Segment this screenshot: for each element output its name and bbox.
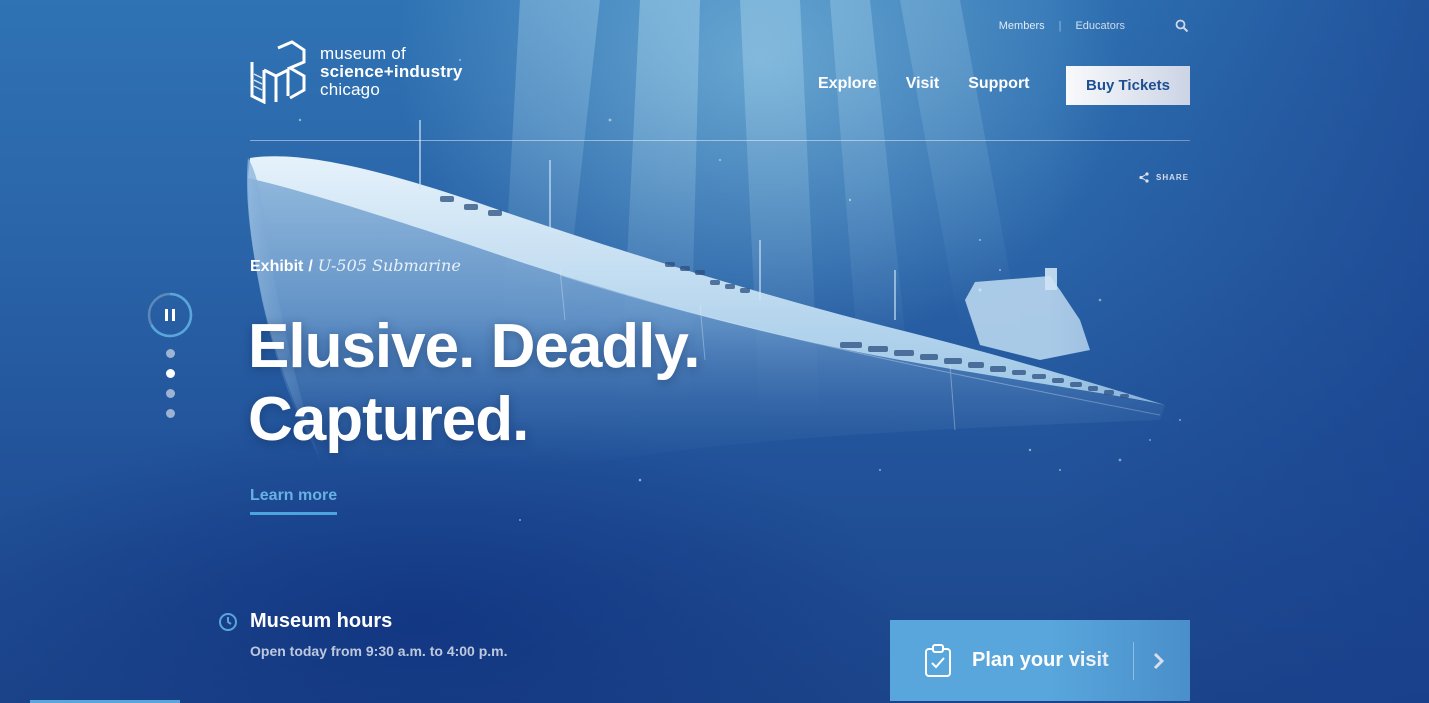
- utility-separator: |: [1058, 20, 1062, 32]
- nav-item-explore[interactable]: Explore: [818, 75, 877, 93]
- headline-line-2: Captured.: [248, 385, 529, 454]
- headline-line-1: Elusive. Deadly.: [248, 312, 701, 381]
- logo-line-3: chicago: [320, 80, 380, 99]
- educators-link[interactable]: Educators: [1075, 20, 1125, 32]
- slide-indicator: [166, 349, 175, 429]
- plan-your-visit-button[interactable]: Plan your visit: [890, 620, 1190, 701]
- header-divider: [250, 140, 1190, 141]
- share-label: SHARE: [1155, 173, 1189, 182]
- hero-category: Exhibit: [250, 258, 304, 275]
- slide-dot[interactable]: [166, 349, 175, 358]
- hours-detail: Open today from 9:30 a.m. to 4:00 p.m.: [250, 643, 508, 659]
- nav-item-visit[interactable]: Visit: [906, 75, 940, 93]
- hero-exhibit-title: U-505 Submarine: [317, 256, 461, 275]
- slide-dot[interactable]: [166, 389, 175, 398]
- logo-line-1: museum of: [320, 44, 406, 63]
- utility-nav: Members | Educators: [999, 19, 1189, 33]
- museum-logo-text: museum of science+industry chicago: [320, 45, 463, 99]
- main-nav: Explore Visit Support: [818, 75, 1059, 93]
- plan-visit-divider: [1133, 642, 1134, 680]
- clock-icon: [219, 613, 237, 631]
- clipboard-icon: [925, 643, 951, 677]
- share-icon: [1139, 172, 1149, 183]
- logo-line-2: science+industry: [320, 62, 463, 81]
- members-link[interactable]: Members: [999, 20, 1045, 32]
- museum-logo[interactable]: museum of science+industry chicago: [250, 40, 463, 104]
- chevron-right-icon: [1153, 652, 1165, 670]
- nav-item-support[interactable]: Support: [968, 75, 1029, 93]
- learn-more-link[interactable]: Learn more: [250, 487, 338, 515]
- slide-dot-active[interactable]: [166, 369, 175, 378]
- eyebrow-separator: /: [308, 258, 313, 275]
- plan-visit-label: Plan your visit: [972, 649, 1109, 671]
- hero-eyebrow: Exhibit / U-505 Submarine: [250, 256, 461, 276]
- hours-title: Museum hours: [250, 610, 393, 632]
- hero-background: museum of science+industry chicago Membe…: [0, 0, 1429, 703]
- submarine-image: [246, 59, 1182, 521]
- slide-dot[interactable]: [166, 409, 175, 418]
- hero-headline: Elusive. Deadly. Captured.: [248, 310, 701, 456]
- buy-tickets-button[interactable]: Buy Tickets: [1066, 66, 1190, 105]
- share-button[interactable]: SHARE: [1139, 172, 1189, 183]
- msi-logo-mark-icon: [250, 40, 306, 104]
- search-icon[interactable]: [1175, 19, 1189, 33]
- pause-icon[interactable]: [147, 292, 193, 338]
